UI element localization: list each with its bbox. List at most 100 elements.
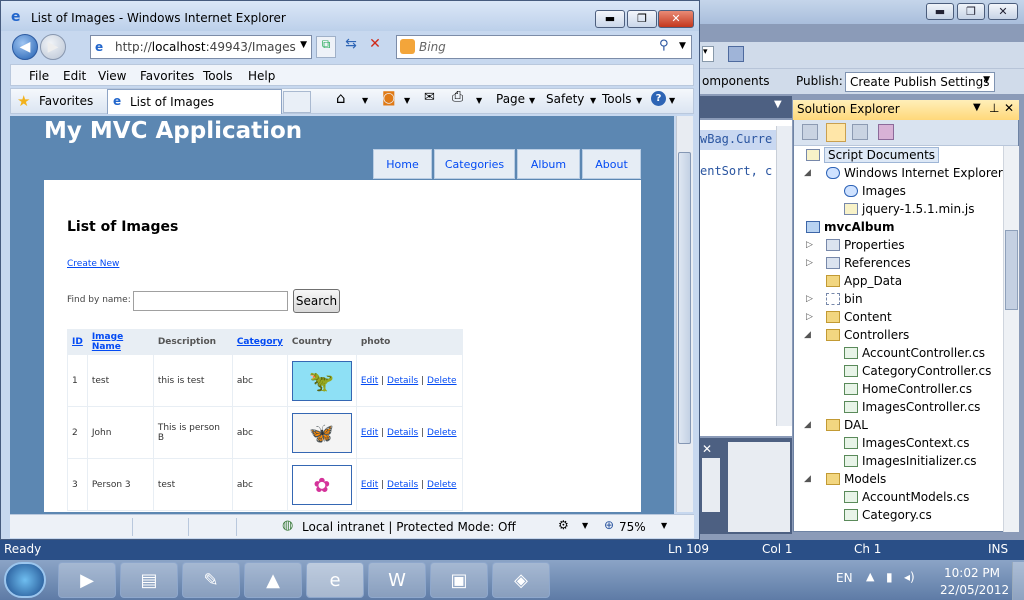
- code-editor[interactable]: wBag.Curre entSort, c: [700, 120, 792, 436]
- tree-item-script-documents[interactable]: Script Documents: [824, 147, 940, 163]
- refresh-icon[interactable]: [852, 124, 868, 140]
- minimize-button[interactable]: ▬: [595, 10, 625, 28]
- tree-item-jquery[interactable]: jquery-1.5.1.min.js: [862, 202, 974, 216]
- create-new-link[interactable]: Create New: [67, 259, 119, 269]
- tree-item-dal[interactable]: DAL: [844, 418, 868, 432]
- vs-close-button[interactable]: ✕: [988, 3, 1018, 20]
- nav-about[interactable]: About: [582, 149, 641, 179]
- help-icon[interactable]: ?: [651, 91, 666, 106]
- tree-item-file[interactable]: HomeController.cs: [862, 382, 972, 396]
- favorites-button[interactable]: Favorites: [39, 94, 93, 108]
- details-link[interactable]: Details: [387, 480, 418, 490]
- tree-item-project[interactable]: mvcAlbum: [824, 220, 894, 234]
- clock-date[interactable]: 22/05/2012: [940, 583, 1009, 597]
- expand-arrow-icon[interactable]: ◢: [804, 330, 811, 340]
- start-button[interactable]: [4, 562, 46, 598]
- back-button[interactable]: ◀: [12, 34, 38, 60]
- close-icon[interactable]: ✕: [702, 442, 722, 456]
- zoom-level[interactable]: 75%: [619, 520, 646, 534]
- collapsed-arrow-icon[interactable]: ▷: [806, 240, 813, 250]
- tree-item-properties[interactable]: Properties: [844, 238, 905, 252]
- security-zone[interactable]: Local intranet | Protected Mode: Off: [302, 520, 516, 534]
- delete-link[interactable]: Delete: [427, 376, 457, 386]
- edit-link[interactable]: Edit: [361, 376, 378, 386]
- chevron-down-icon[interactable]: ▼: [582, 521, 588, 530]
- tree-item-references[interactable]: References: [844, 256, 911, 270]
- visual-studio-icon[interactable]: ◈: [492, 562, 550, 598]
- tree-item-images[interactable]: Images: [862, 184, 906, 198]
- collapsed-arrow-icon[interactable]: ▷: [806, 294, 813, 304]
- show-desktop-button[interactable]: [1012, 562, 1024, 600]
- vs-minimize-button[interactable]: ▬: [926, 3, 954, 20]
- chevron-down-icon[interactable]: ▼: [679, 41, 686, 51]
- menu-favorites[interactable]: Favorites: [140, 69, 194, 83]
- edit-link[interactable]: Edit: [361, 480, 378, 490]
- show-hidden-icons-icon[interactable]: ▲: [866, 570, 874, 583]
- expand-arrow-icon[interactable]: ◢: [804, 168, 811, 178]
- protected-mode-icon[interactable]: ⚙: [558, 518, 569, 532]
- chevron-down-icon[interactable]: ▼: [362, 96, 368, 105]
- sort-name-link[interactable]: Image Name: [92, 332, 123, 352]
- new-tab-button[interactable]: [283, 91, 311, 113]
- tree-item-file[interactable]: ImagesController.cs: [862, 400, 980, 414]
- tree-item-controllers[interactable]: Controllers: [844, 328, 909, 342]
- refresh-icon[interactable]: ⇆: [340, 36, 362, 58]
- dropdown-icon[interactable]: ▼: [973, 102, 981, 113]
- nav-categories[interactable]: Categories: [434, 149, 515, 179]
- tree-item-file[interactable]: ImagesContext.cs: [862, 436, 970, 450]
- tree-item-ie[interactable]: Windows Internet Explorer: [844, 166, 1003, 180]
- stop-icon[interactable]: ✕: [364, 36, 386, 58]
- collapsed-arrow-icon[interactable]: ▷: [806, 258, 813, 268]
- vlc-icon[interactable]: ▲: [244, 562, 302, 598]
- explorer-icon[interactable]: ▤: [120, 562, 178, 598]
- solution-explorer-scrollbar[interactable]: [1003, 146, 1019, 532]
- delete-link[interactable]: Delete: [427, 428, 457, 438]
- clock-time[interactable]: 10:02 PM: [944, 566, 1000, 580]
- nav-home[interactable]: Home: [373, 149, 432, 179]
- tree-item-models[interactable]: Models: [844, 472, 886, 486]
- media-center-icon[interactable]: ▶: [58, 562, 116, 598]
- dropdown-icon[interactable]: ▼: [774, 99, 782, 110]
- pin-icon[interactable]: ⊥: [989, 101, 999, 115]
- search-button[interactable]: Search: [293, 289, 340, 313]
- tree-item-file[interactable]: CategoryController.cs: [862, 364, 991, 378]
- sort-category-link[interactable]: Category: [237, 337, 283, 347]
- zoom-icon[interactable]: ⊕: [604, 518, 614, 532]
- print-icon[interactable]: ⎙: [452, 89, 463, 105]
- maximize-button[interactable]: ❐: [627, 10, 657, 28]
- menu-file[interactable]: File: [29, 69, 49, 83]
- language-indicator[interactable]: EN: [836, 571, 853, 585]
- menu-edit[interactable]: Edit: [63, 69, 86, 83]
- collapsed-arrow-icon[interactable]: ▷: [806, 312, 813, 322]
- safety-menu[interactable]: Safety: [546, 92, 584, 106]
- dropdown-icon[interactable]: ▾: [702, 46, 714, 62]
- close-button[interactable]: ✕: [658, 10, 694, 28]
- chevron-down-icon[interactable]: ▼: [476, 96, 482, 105]
- scroll-thumb[interactable]: [678, 152, 691, 444]
- compatibility-view-icon[interactable]: ⧉: [316, 36, 336, 58]
- address-bar[interactable]: e http://localhost:49943/Images ▼: [90, 35, 312, 59]
- home-icon[interactable]: ⌂: [336, 89, 346, 107]
- paint-icon[interactable]: ✎: [182, 562, 240, 598]
- sort-id-link[interactable]: ID: [72, 337, 83, 347]
- chevron-down-icon[interactable]: ▼: [529, 96, 535, 105]
- tools-menu[interactable]: Tools: [602, 92, 632, 106]
- chevron-down-icon[interactable]: ▼: [669, 96, 675, 105]
- menu-help[interactable]: Help: [248, 69, 275, 83]
- show-all-files-icon[interactable]: [826, 123, 846, 142]
- chevron-down-icon[interactable]: ▼: [404, 96, 410, 105]
- menu-tools[interactable]: Tools: [203, 69, 233, 83]
- expand-arrow-icon[interactable]: ◢: [804, 474, 811, 484]
- chevron-down-icon[interactable]: ▼: [661, 521, 667, 530]
- tab-list-of-images[interactable]: e List of Images: [107, 89, 282, 114]
- delete-link[interactable]: Delete: [427, 480, 457, 490]
- chevron-down-icon[interactable]: ▼: [300, 40, 307, 50]
- power-icon[interactable]: ▮: [886, 570, 893, 584]
- internet-explorer-icon[interactable]: e: [306, 562, 364, 598]
- vs-maximize-button[interactable]: ❐: [957, 3, 985, 20]
- code-scrollbar[interactable]: [776, 126, 792, 426]
- search-icon[interactable]: ⚲: [659, 38, 669, 53]
- toolbox-icon[interactable]: [728, 46, 744, 62]
- chevron-down-icon[interactable]: ▼: [590, 96, 596, 105]
- properties-icon[interactable]: [802, 124, 818, 140]
